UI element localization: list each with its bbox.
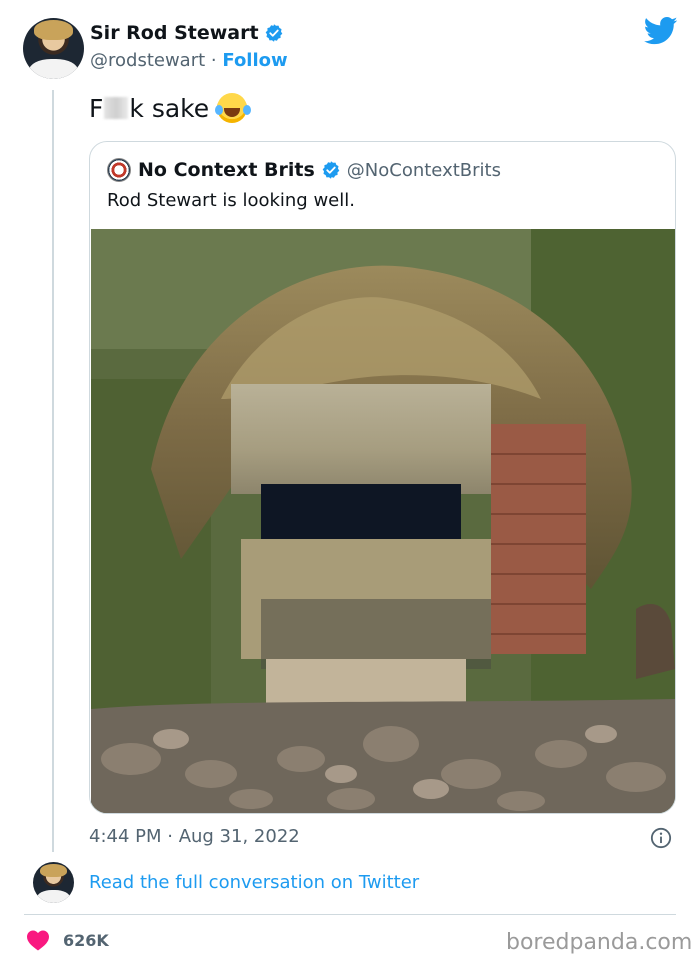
quoted-tweet-photo[interactable] [91, 229, 675, 813]
quoted-author-name[interactable]: No Context Brits [138, 159, 315, 181]
tears-of-joy-emoji-icon [215, 93, 248, 123]
twitter-bird-icon[interactable] [644, 16, 678, 46]
thread-line [52, 90, 54, 852]
quoted-tweet-text: Rod Stewart is looking well. [107, 190, 355, 211]
tweet-text-start: F [89, 93, 104, 123]
info-icon[interactable] [650, 827, 672, 849]
tweet-text-end: k sake [129, 93, 210, 123]
tweet-text: F k sake [89, 93, 248, 123]
quoted-author-handle[interactable]: @NoContextBrits [347, 160, 501, 181]
author-display-name[interactable]: Sir Rod Stewart [90, 22, 259, 44]
like-row[interactable]: 626K [26, 929, 109, 951]
read-conversation-link[interactable]: Read the full conversation on Twitter [89, 872, 419, 893]
tweet-timestamp[interactable]: 4:44 PM · Aug 31, 2022 [89, 826, 300, 847]
author-avatar[interactable] [23, 18, 84, 79]
like-count: 626K [63, 930, 109, 950]
verified-badge-icon [322, 161, 340, 179]
watermark: boredpanda.com [506, 930, 693, 955]
heart-icon[interactable] [26, 929, 50, 951]
follow-button[interactable]: Follow [222, 50, 287, 71]
author-avatar-small[interactable] [33, 862, 74, 903]
censor-blur [104, 97, 129, 119]
verified-badge-icon [265, 24, 282, 42]
quoted-author-avatar[interactable] [107, 158, 131, 182]
bunker-photo-illustration [91, 229, 675, 813]
divider [24, 914, 676, 915]
author-handle-row: @rodstewart · Follow [90, 50, 288, 71]
handle-separator: · [210, 50, 217, 71]
quoted-tweet-card[interactable]: No Context Brits @NoContextBrits Rod Ste… [89, 141, 676, 814]
author-name-row[interactable]: Sir Rod Stewart [90, 22, 284, 44]
quoted-tweet-header: No Context Brits @NoContextBrits [107, 158, 501, 182]
author-handle[interactable]: @rodstewart [90, 50, 205, 71]
